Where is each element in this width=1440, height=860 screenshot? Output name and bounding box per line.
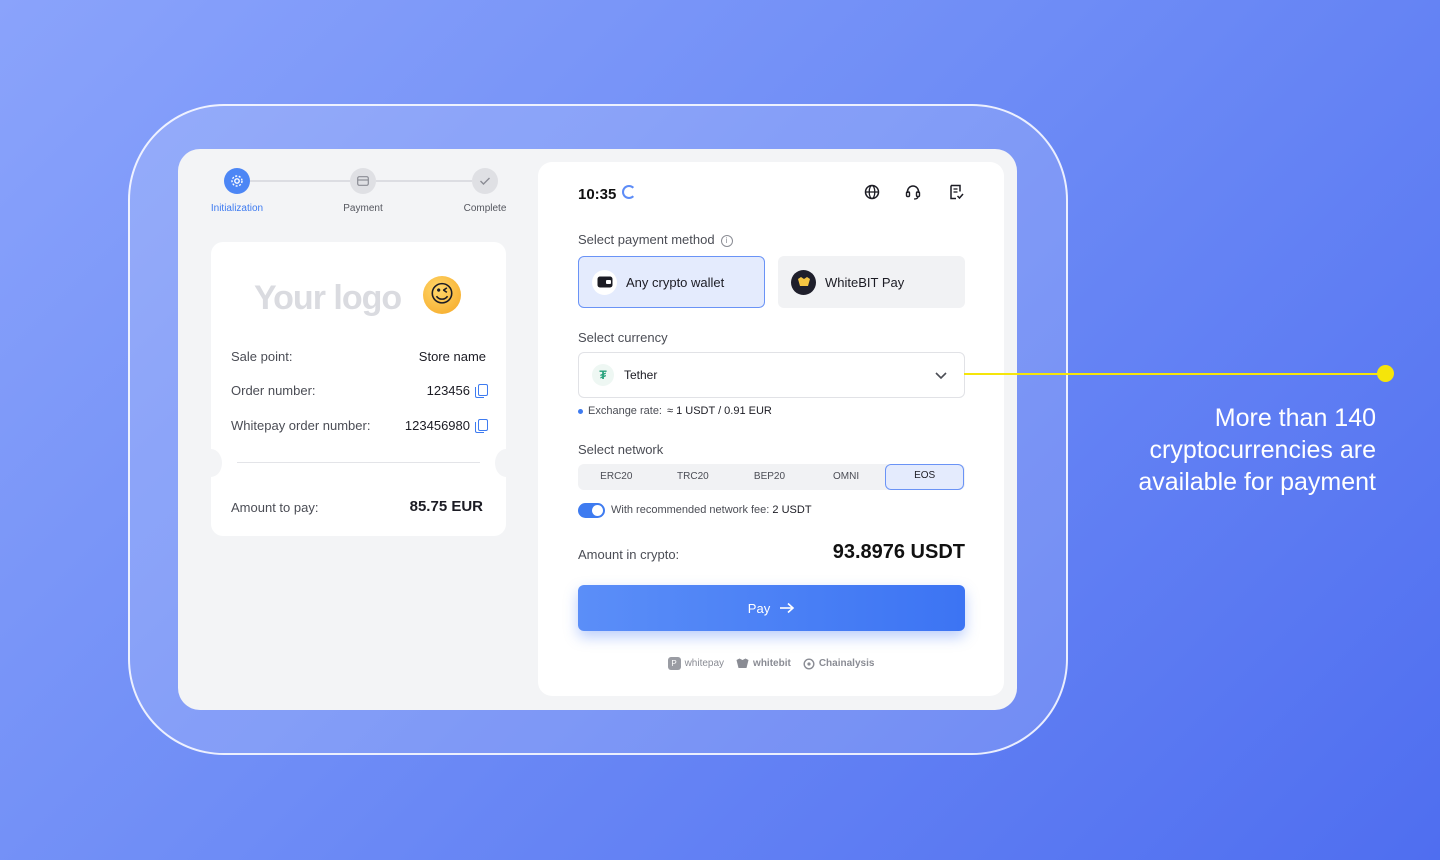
order-number-value-group: 123456 (426, 383, 488, 398)
whitepay-order-number-value: 123456980 (404, 418, 470, 433)
card-icon (350, 168, 376, 194)
receipt-notch-left (200, 449, 222, 477)
callout-line (964, 373, 1386, 375)
amount-in-crypto-value: 93.8976 USDT (832, 541, 965, 563)
callout-dot (1377, 365, 1394, 382)
rate-dot-icon (578, 408, 583, 414)
amount-in-crypto-label: Amount in crypto: (578, 547, 680, 562)
step-label-initialization: Initialization (210, 203, 264, 214)
amount-to-pay-value: 85.75 EUR (409, 498, 483, 515)
order-number-row: Order number: 123456 (231, 383, 488, 401)
receipt-notch-right (495, 449, 517, 477)
merchant-logo-placeholder: Your logo (254, 279, 402, 317)
method-whitebit-pay[interactable]: WhiteBIT Pay (778, 256, 965, 308)
partner-whitebit-label: whitebit (753, 658, 791, 669)
network-option-omni[interactable]: OMNI (808, 464, 885, 490)
headset-icon[interactable] (904, 183, 922, 201)
amount-to-pay-label: Amount to pay: (231, 500, 319, 515)
payment-panel: 10:35 Select payment method i Any crypto… (538, 162, 1004, 696)
info-icon[interactable]: i (720, 234, 733, 247)
sale-point-label: Sale point: (231, 349, 293, 364)
payment-method-label: Select payment method (578, 232, 715, 247)
whitebit-icon (791, 269, 816, 295)
toggle-knob (592, 505, 603, 516)
network-label: Select network (578, 442, 664, 457)
whitepay-order-number-row: Whitepay order number: 123456980 (231, 418, 488, 436)
progress-stepper: Initialization Payment Complete (178, 149, 538, 229)
whitepay-order-number-value-group: 123456980 (404, 418, 488, 433)
currency-label: Select currency (578, 330, 668, 345)
method-label: WhiteBIT Pay (825, 274, 905, 290)
order-summary-card: Your logo 😉 Sale point: Store name Order… (211, 242, 506, 536)
network-option-bep20[interactable]: BEP20 (731, 464, 808, 490)
whitebit-logo-icon (736, 658, 749, 668)
receipt-divider (237, 462, 480, 463)
gear-icon (224, 168, 250, 194)
network-fee-text: With recommended network fee: 2 USDT (611, 504, 812, 516)
copy-icon[interactable] (475, 384, 488, 398)
partner-whitebit: whitebit (736, 657, 791, 670)
step-connector (250, 180, 350, 182)
wallet-icon (592, 269, 617, 295)
currency-select[interactable]: ₮ Tether (578, 352, 965, 398)
partner-whitepay: P whitepay (667, 657, 725, 670)
callout-text: More than 140 cryptocurrencies are avail… (1138, 404, 1376, 496)
exchange-rate-label: Exchange rate: (588, 405, 662, 417)
partner-whitepay-label: whitepay (684, 658, 725, 669)
partner-chainalysis: Chainalysis (803, 657, 875, 670)
network-option-erc20[interactable]: ERC20 (578, 464, 655, 490)
exchange-rate: Exchange rate: ≈ 1 USDT / 0.91 EUR (578, 405, 772, 417)
step-label-complete: Complete (463, 203, 507, 214)
pay-button-label: Pay (747, 600, 771, 616)
sale-point-row: Sale point: Store name (231, 349, 486, 367)
method-any-crypto-wallet[interactable]: Any crypto wallet (578, 256, 765, 308)
whitepay-logo-icon: P (667, 657, 681, 670)
chevron-down-icon (935, 372, 947, 380)
method-label: Any crypto wallet (626, 274, 725, 290)
whitepay-order-number-label: Whitepay order number: (231, 418, 371, 433)
network-fee-toggle[interactable] (578, 503, 605, 518)
winking-face-icon: 😉 (423, 276, 461, 314)
partner-chainalysis-label: Chainalysis (818, 658, 875, 669)
exchange-rate-value: ≈ 1 USDT / 0.91 EUR (667, 405, 772, 417)
sale-point-value: Store name (418, 349, 486, 364)
payment-method-heading: Select payment method i (578, 232, 733, 247)
network-fee-label: With recommended network fee: (611, 504, 770, 516)
order-number-label: Order number: (231, 383, 316, 398)
step-label-payment: Payment (343, 203, 383, 214)
chainalysis-logo-icon (803, 657, 815, 670)
arrow-right-icon (780, 602, 795, 614)
check-icon (472, 168, 498, 194)
receipt-check-icon[interactable] (947, 183, 965, 201)
network-option-eos[interactable]: EOS (885, 464, 964, 490)
step-connector (376, 180, 472, 182)
network-selector: ERC20 TRC20 BEP20 OMNI EOS (578, 464, 965, 490)
timer: 10:35 (578, 186, 617, 203)
checkout-widget: Initialization Payment Complete Your log… (178, 149, 1017, 710)
globe-icon[interactable] (863, 183, 881, 201)
copy-icon[interactable] (475, 419, 488, 433)
loading-spinner-icon (622, 185, 636, 199)
network-option-trc20[interactable]: TRC20 (655, 464, 732, 490)
pay-button[interactable]: Pay (578, 585, 965, 631)
currency-selected-value: Tether (624, 368, 658, 382)
order-number-value: 123456 (426, 383, 470, 398)
tether-icon: ₮ (592, 364, 614, 386)
partner-logos: P whitepay whitebit Chainalysis (538, 657, 1004, 670)
network-fee-value: 2 USDT (772, 504, 812, 516)
